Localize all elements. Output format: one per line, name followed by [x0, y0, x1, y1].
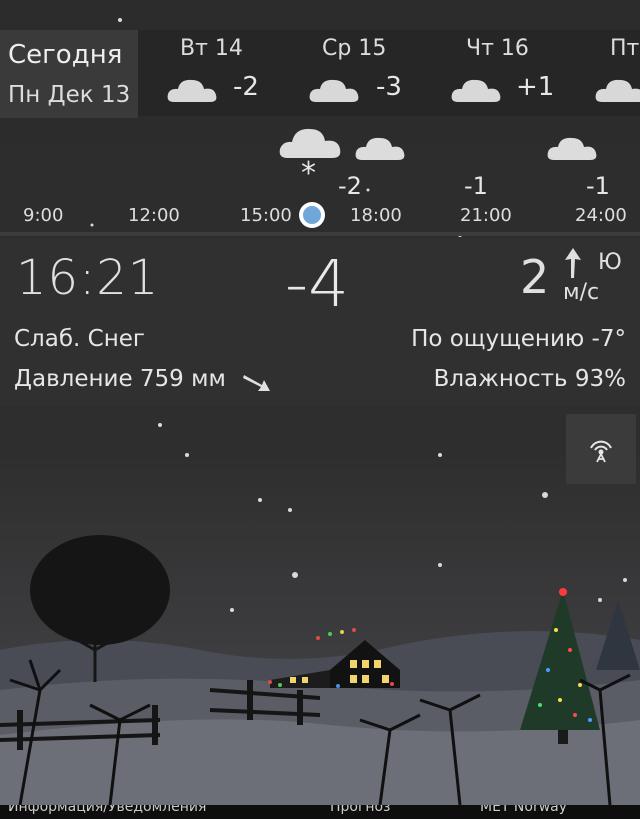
weather-condition: Слаб. Снег: [14, 326, 145, 352]
hour-label: 21:00: [460, 205, 512, 226]
cloud-icon: [309, 79, 359, 102]
day-name: Вт 14: [180, 36, 243, 61]
today-date: Пн Дек 13: [8, 82, 131, 108]
cloud-icon: [451, 79, 501, 102]
cloud-icon: [279, 128, 341, 158]
day-name: Ср 15: [322, 36, 387, 61]
pressure: Давление 759 мм: [14, 366, 226, 392]
info-link[interactable]: Информация/Уведомления: [8, 805, 206, 815]
hour-label: 12:00: [128, 205, 180, 226]
day-temp: -2: [233, 72, 259, 102]
wind-unit: м/с: [563, 280, 600, 305]
day-temp: +1: [516, 72, 555, 102]
wind-arrow-icon: [565, 248, 581, 278]
hour-label: 9:00: [23, 205, 64, 226]
hour-label: 24:00: [575, 205, 627, 226]
cloud-icon: [167, 79, 217, 102]
radar-button[interactable]: [566, 414, 636, 484]
current-temperature: -4: [285, 248, 349, 322]
hour-label: 18:00: [350, 205, 402, 226]
current-time-marker[interactable]: [297, 200, 327, 230]
radar-icon: [590, 440, 612, 463]
day-name: Пт: [610, 36, 640, 61]
humidity: Влажность 93%: [433, 366, 626, 392]
tab-today[interactable]: Сегодня Пн Дек 13: [0, 30, 138, 118]
today-label: Сегодня: [8, 40, 123, 70]
wind-speed: 2: [520, 250, 550, 304]
hour-label: 15:00: [240, 205, 292, 226]
forecast-link[interactable]: Прогноз: [330, 805, 391, 815]
hourly-temp: -2: [338, 172, 362, 200]
winter-scene-illustration: [0, 535, 640, 805]
day-forecast-thu[interactable]: Чт 16 +1: [450, 30, 590, 116]
current-time: 16:21: [16, 250, 160, 306]
source-link[interactable]: МЕТ Norway: [480, 805, 567, 815]
day-forecast-tue[interactable]: Вт 14 -2: [166, 30, 306, 116]
cloud-icon: [595, 79, 640, 102]
hourly-timeline: [0, 232, 640, 236]
snow-icon: *: [301, 156, 316, 191]
feels-like: По ощущению -7°: [411, 326, 626, 352]
day-forecast-wed[interactable]: Ср 15 -3: [308, 30, 448, 116]
wind-direction: Ю: [598, 250, 622, 275]
bottom-bar: Информация/Уведомления Прогноз МЕТ Norwa…: [0, 805, 640, 819]
cloud-icon: [355, 137, 405, 160]
day-temp: -3: [376, 72, 402, 102]
pressure-trend-icon: [243, 375, 270, 391]
cloud-icon: [547, 137, 597, 160]
hourly-temp: -1: [464, 172, 488, 200]
day-name: Чт 16: [466, 36, 529, 61]
day-forecast-fri[interactable]: Пт: [594, 30, 640, 116]
hourly-temp: -1: [586, 172, 610, 200]
forecast-days-strip[interactable]: Вт 14 -2 Ср 15 -3 Чт 16 +1 Пт: [138, 30, 640, 116]
